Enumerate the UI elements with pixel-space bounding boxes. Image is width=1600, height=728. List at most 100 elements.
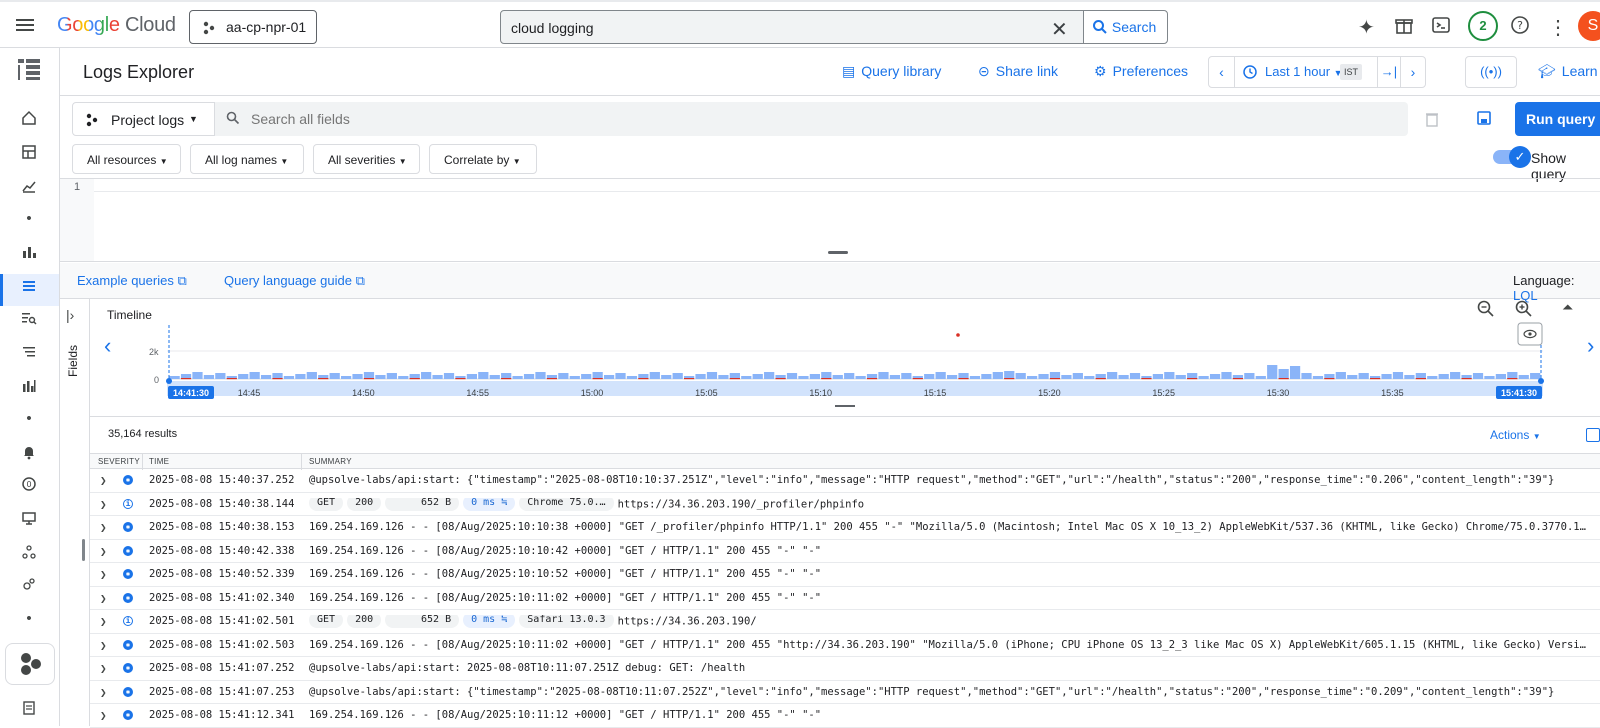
table-row[interactable]: ❯ ✱ 2025-08-08 15:41:07.252 @upsolve-labs/a… (90, 657, 1600, 681)
histogram-bar[interactable] (844, 373, 855, 379)
histogram-bar[interactable] (924, 374, 935, 379)
nav-collapse-icon[interactable] (16, 56, 40, 80)
histogram-bar[interactable] (203, 375, 215, 379)
histogram-bar[interactable] (661, 375, 672, 379)
method-chip[interactable]: GET (309, 615, 344, 628)
table-row[interactable]: ❯ ✱ 2025-08-08 15:40:37.252 @upsolve-labs/a… (90, 469, 1600, 493)
release-notes-icon[interactable] (18, 700, 40, 722)
histogram-bar[interactable] (215, 373, 226, 379)
histogram-bar[interactable] (1507, 372, 1518, 379)
table-row[interactable]: ❯ i 2025-08-08 15:41:02.501 GET 200 652 B 0 ms… (90, 610, 1600, 634)
user-agent-chip[interactable]: Safari 13.0.3 (519, 615, 614, 628)
histogram-bar[interactable] (615, 373, 626, 379)
expand-panel-icon[interactable]: |› (66, 307, 74, 323)
latency-chip[interactable]: 0 ms ≒ (463, 615, 516, 628)
histogram-bar[interactable] (1244, 373, 1255, 379)
histogram-bar[interactable] (1289, 366, 1301, 379)
global-search-input[interactable] (511, 17, 1031, 39)
histogram-bar[interactable] (283, 376, 295, 379)
editor-current-line[interactable] (94, 179, 1600, 192)
expand-row-icon[interactable]: ❯ (100, 662, 107, 675)
histogram-bar[interactable] (935, 372, 946, 379)
histogram-bar[interactable] (1015, 373, 1026, 379)
status-chip[interactable]: 200 (347, 615, 382, 628)
time-back-button[interactable]: ‹ (1209, 57, 1235, 87)
histogram-bar[interactable] (764, 372, 775, 379)
integrations-icon[interactable] (18, 576, 40, 598)
histogram-bar[interactable] (569, 376, 580, 379)
preferences-button[interactable]: ⚙ Preferences (1094, 63, 1188, 80)
fields-panel-rail[interactable]: |› Fields (60, 299, 90, 726)
log-router-icon[interactable] (18, 344, 40, 366)
table-row[interactable]: ❯ i 2025-08-08 15:40:38.144 GET 200 652 B 0 ms… (90, 493, 1600, 516)
histogram-bar[interactable] (1450, 372, 1461, 379)
histogram-bar[interactable] (260, 375, 272, 379)
histogram-bar[interactable] (478, 372, 489, 379)
logs-explorer-icon[interactable] (18, 278, 40, 300)
histogram-bar[interactable] (443, 373, 455, 379)
user-agent-chip[interactable]: Chrome 75.0.… (519, 497, 614, 511)
histogram-bar[interactable] (821, 372, 832, 379)
histogram-bar[interactable] (752, 374, 763, 379)
histogram-bar[interactable] (832, 375, 843, 379)
timezone-badge[interactable]: IST (1340, 64, 1362, 80)
collapse-timeline-icon[interactable]: ⏶ (1562, 299, 1573, 316)
histogram-bar[interactable] (1278, 369, 1289, 379)
histogram-bar[interactable] (1027, 376, 1038, 379)
histogram-bar[interactable] (1198, 376, 1209, 379)
histogram-bar[interactable] (1175, 375, 1186, 379)
histogram-bar[interactable] (592, 372, 603, 379)
histogram-bar[interactable] (1484, 376, 1495, 379)
histogram-bar[interactable] (1530, 373, 1541, 379)
home-icon[interactable] (18, 110, 40, 132)
table-row[interactable]: ❯ ✱ 2025-08-08 15:40:38.153 169.254.169.126… (90, 516, 1600, 540)
histogram-bar[interactable] (809, 374, 820, 379)
log-names-filter[interactable]: All log names ▼ (190, 144, 304, 174)
histogram-bar[interactable] (1358, 373, 1369, 379)
histogram-bar[interactable] (535, 372, 546, 379)
table-row[interactable]: ❯ ✱ 2025-08-08 15:41:12.341 169.254.169.126… (90, 704, 1600, 728)
histogram-bar[interactable] (969, 376, 981, 379)
histogram-bar[interactable] (1221, 372, 1232, 379)
latency-chip[interactable]: 0 ms ≒ (463, 497, 516, 511)
histogram-bar[interactable] (1335, 372, 1346, 379)
histogram-bar[interactable] (901, 373, 912, 379)
histogram-bar[interactable] (421, 372, 432, 379)
size-chip[interactable]: 652 B (385, 497, 460, 511)
size-chip[interactable]: 652 B (385, 615, 460, 628)
severities-filter[interactable]: All severities ▼ (313, 144, 420, 174)
histogram-bar[interactable] (375, 375, 386, 379)
expand-row-icon[interactable]: ❯ (100, 568, 107, 581)
bar-chart-icon[interactable] (18, 244, 40, 266)
histogram-bar[interactable] (992, 372, 1003, 379)
histogram-bar[interactable] (1152, 374, 1163, 379)
col-summary[interactable]: SUMMARY (309, 457, 352, 466)
time-forward-button[interactable]: › (1401, 57, 1425, 87)
histogram-bar[interactable] (695, 374, 706, 379)
histogram-bar[interactable] (1495, 374, 1506, 379)
column-divider[interactable] (301, 454, 302, 470)
histogram-bar[interactable] (1164, 372, 1175, 379)
project-picker[interactable]: aa-cp-npr-01 (189, 10, 317, 44)
timeline-resize-handle[interactable] (835, 405, 855, 407)
histogram-bar[interactable] (466, 374, 477, 379)
histogram-bar[interactable] (1381, 374, 1392, 379)
request-url[interactable]: https://34.36.203.190/_profiler/phpinfo (618, 498, 865, 510)
histogram-bar[interactable] (341, 376, 352, 379)
histogram-bar[interactable] (581, 374, 592, 379)
histogram-bar[interactable] (1404, 375, 1415, 379)
histogram-bar[interactable] (329, 373, 340, 379)
log-scope-dropdown[interactable]: Project logs ▼ (72, 102, 215, 136)
histogram-bar[interactable] (1518, 375, 1529, 379)
table-row[interactable]: ❯ ✱ 2025-08-08 15:40:42.338 169.254.169.126… (90, 540, 1600, 563)
histogram-bar[interactable] (1107, 372, 1118, 379)
histogram-bar[interactable] (1061, 375, 1072, 379)
histogram-bar[interactable] (306, 372, 317, 379)
histogram-bar[interactable] (1347, 375, 1358, 379)
method-chip[interactable]: GET (309, 497, 344, 511)
log-metrics-icon[interactable] (18, 378, 40, 400)
avatar[interactable]: S (1578, 11, 1600, 41)
histogram-bar[interactable] (741, 376, 752, 379)
histogram-bar[interactable] (603, 375, 615, 379)
histogram-bar[interactable] (398, 376, 409, 379)
